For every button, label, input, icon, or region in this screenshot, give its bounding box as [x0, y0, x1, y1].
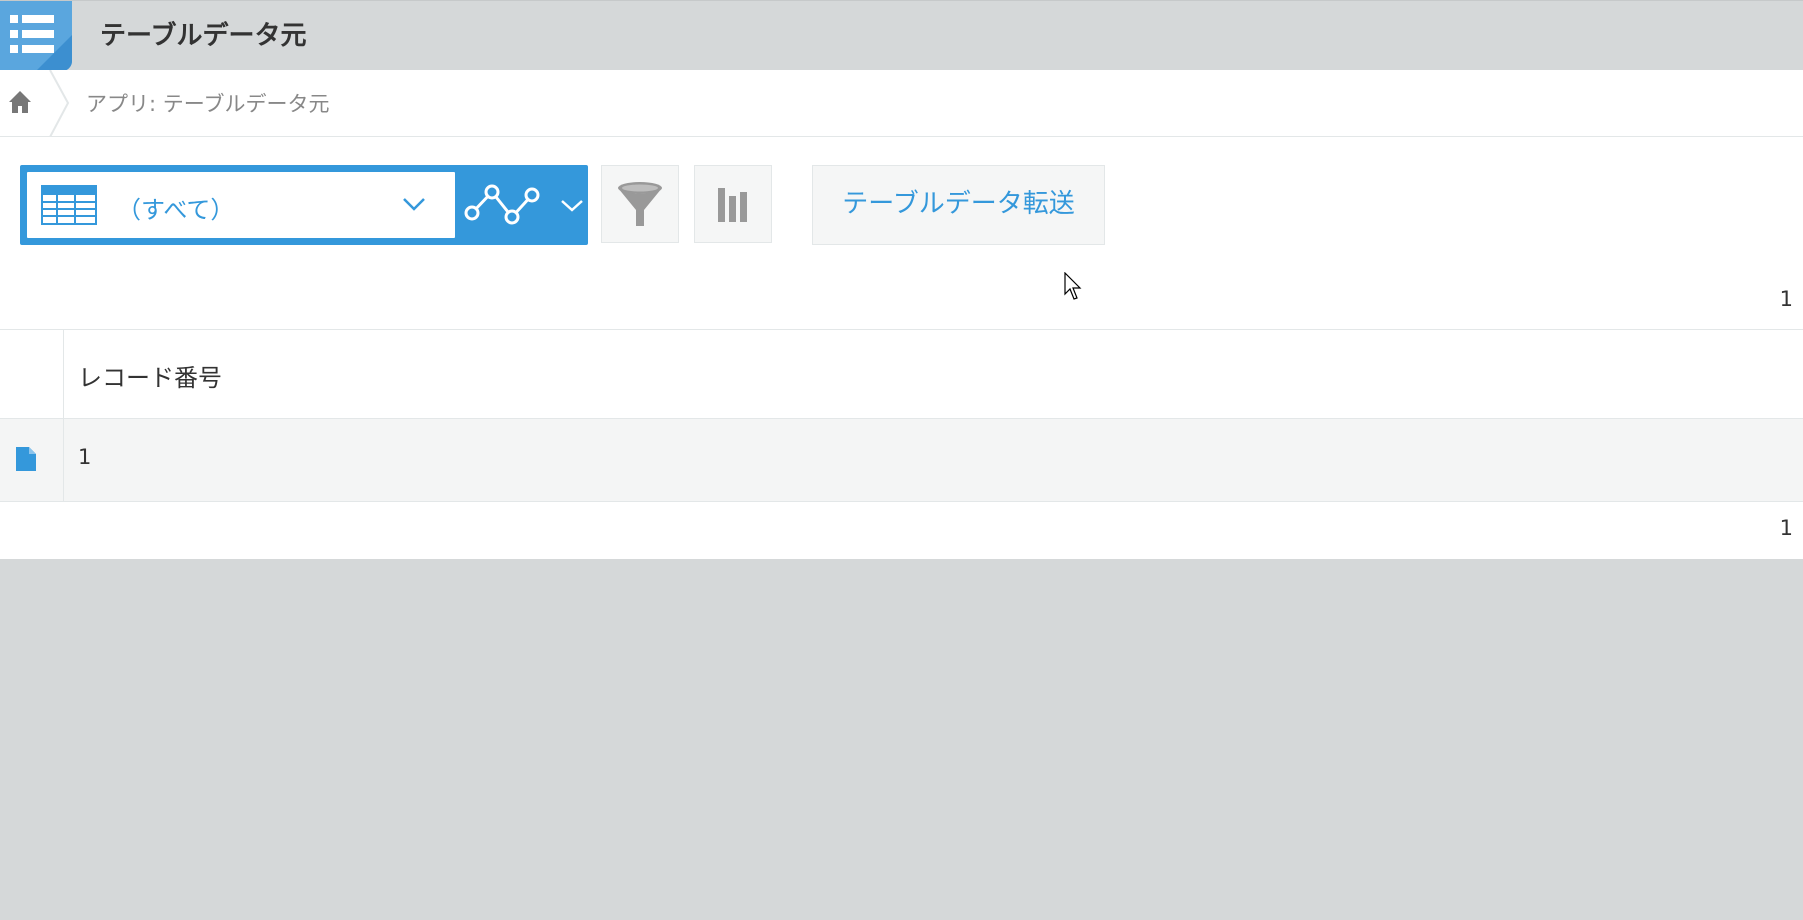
table-icon — [41, 185, 97, 225]
table-header-row: レコード番号 — [0, 330, 1803, 419]
document-icon[interactable] — [14, 445, 38, 473]
record-count-bottom: 1 — [1779, 516, 1793, 540]
home-icon[interactable] — [6, 88, 36, 118]
main-content: （すべて） テーブルデータ転送 1 レコード番号 1 1 — [0, 137, 1803, 559]
header-spacer-cell — [0, 330, 64, 418]
view-select-value: （すべて） — [117, 196, 235, 224]
column-header-record-number[interactable]: レコード番号 — [78, 358, 222, 393]
view-select[interactable]: （すべて） — [27, 172, 455, 238]
chart-button[interactable] — [694, 165, 772, 243]
chevron-down-icon — [403, 198, 425, 211]
app-header: テーブルデータ元 — [0, 0, 1803, 71]
filter-icon — [618, 182, 662, 226]
table-row: 1 — [0, 419, 1803, 502]
record-table: レコード番号 1 — [0, 329, 1803, 502]
list-icon[interactable] — [0, 1, 72, 71]
row-detail-cell — [0, 419, 64, 501]
breadcrumb-separator — [49, 70, 70, 137]
bar-chart-icon — [718, 188, 747, 222]
graph-icon — [464, 184, 583, 225]
app-title: テーブルデータ元 — [100, 21, 307, 51]
record-count-top: 1 — [1779, 287, 1793, 311]
filter-button[interactable] — [601, 165, 679, 243]
mouse-cursor-icon — [1064, 272, 1082, 300]
view-selector-group: （すべて） — [20, 165, 588, 245]
graph-select-button[interactable] — [462, 179, 588, 231]
cell-record-number: 1 — [78, 445, 92, 469]
table-data-transfer-button[interactable]: テーブルデータ転送 — [812, 165, 1105, 245]
breadcrumb-app-link[interactable]: アプリ: テーブルデータ元 — [86, 88, 330, 118]
breadcrumb: アプリ: テーブルデータ元 — [0, 70, 1803, 137]
